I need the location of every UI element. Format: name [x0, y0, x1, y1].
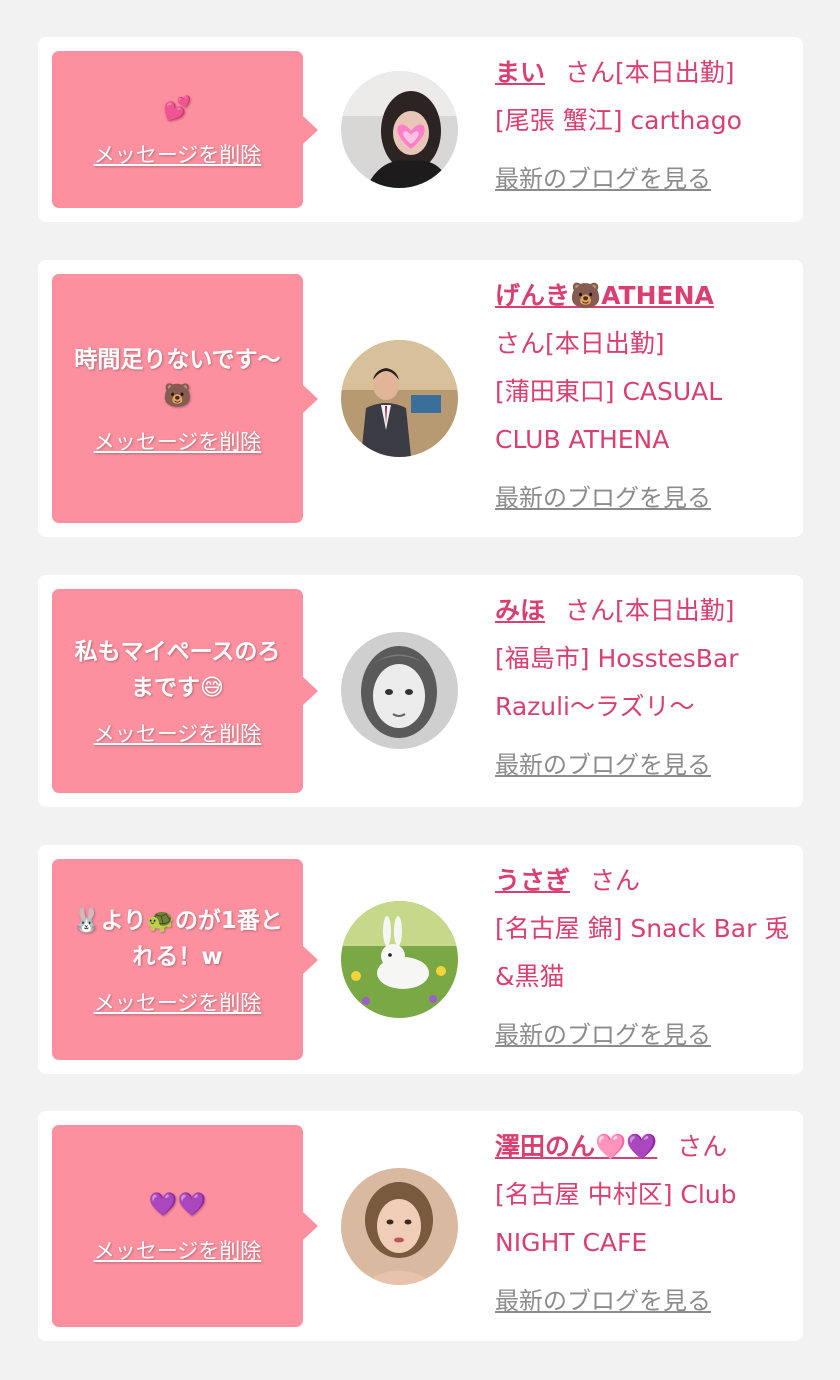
cast-name-link[interactable]: みほ	[495, 596, 545, 625]
attendance-status: [本日出勤]	[545, 329, 665, 358]
cast-info: まい さん[本日出勤] [尾張 蟹江] carthago 最新のブログを見る	[495, 49, 795, 203]
attendance-status: [本日出勤]	[615, 596, 735, 625]
white-rabbit-in-field-icon	[341, 901, 458, 1018]
message-bubble: 私もマイペースのろまです😅 メッセージを削除	[52, 589, 318, 793]
latest-blog-link[interactable]: 最新のブログを見る	[495, 1277, 795, 1325]
cast-name-link[interactable]: うさぎ	[495, 866, 570, 895]
cast-info: みほ さん[本日出勤] [福島市] HosstesBar Razuli〜ラズリ〜 …	[495, 587, 795, 789]
monochrome-girl-illustration-icon	[341, 632, 458, 749]
message-card: 時間足りないです〜🐻 メッセージを削除 げんき🐻ATHENA さん[本日出勤] …	[38, 260, 803, 537]
girl-photo-heart-sticker-icon	[341, 71, 458, 188]
latest-blog-link[interactable]: 最新のブログを見る	[495, 474, 795, 522]
honorific: さん	[495, 329, 546, 358]
shop-name: [福島市] HosstesBar Razuli〜ラズリ〜	[495, 644, 739, 721]
shop-name: [蒲田東口] CASUAL CLUB ATHENA	[495, 377, 723, 454]
avatar[interactable]	[341, 340, 458, 457]
avatar[interactable]	[341, 632, 458, 749]
delete-message-link[interactable]: メッセージを削除	[94, 987, 262, 1017]
message-bubble: 💕 メッセージを削除	[52, 51, 318, 208]
delete-message-link[interactable]: メッセージを削除	[94, 718, 262, 748]
message-bubble: 🐰より🐢のが1番とれる！w メッセージを削除	[52, 859, 318, 1060]
honorific: さん	[565, 596, 616, 625]
avatar[interactable]	[341, 1168, 458, 1285]
message-card: 🐰より🐢のが1番とれる！w メッセージを削除 うさぎ さん [名古屋 錦] Sna…	[38, 845, 803, 1074]
avatar[interactable]	[341, 71, 458, 188]
shop-name: [名古屋 錦] Snack Bar 兎&黒猫	[495, 914, 790, 991]
cast-name-link[interactable]: げんき🐻ATHENA	[495, 272, 795, 320]
delete-message-link[interactable]: メッセージを削除	[94, 1235, 262, 1265]
message-card: 💕 メッセージを削除 まい さん[本日出勤] [尾張 蟹江] carthago 最…	[38, 37, 803, 222]
attendance-status: [本日出勤]	[615, 58, 735, 87]
cast-info: うさぎ さん [名古屋 錦] Snack Bar 兎&黒猫 最新のブログを見る	[495, 857, 795, 1059]
message-card: 私もマイペースのろまです😅 メッセージを削除 みほ さん[本日出勤] [福島市] …	[38, 575, 803, 807]
message-text: 時間足りないです〜🐻	[74, 346, 281, 409]
message-card: 💜💜 メッセージを削除 澤田のん🩷💜 さん [名古屋 中村区] Club NIGH…	[38, 1111, 803, 1341]
honorific: さん	[590, 866, 641, 895]
message-text: 🐰より🐢のが1番とれる！w	[72, 907, 283, 970]
girl-portrait-photo-icon	[341, 1168, 458, 1285]
latest-blog-link[interactable]: 最新のブログを見る	[495, 155, 795, 203]
message-bubble: 時間足りないです〜🐻 メッセージを削除	[52, 274, 318, 523]
cast-info: 澤田のん🩷💜 さん [名古屋 中村区] Club NIGHT CAFE 最新のブロ…	[495, 1123, 795, 1325]
avatar[interactable]	[341, 901, 458, 1018]
cast-info: げんき🐻ATHENA さん[本日出勤] [蒲田東口] CASUAL CLUB A…	[495, 272, 795, 522]
message-bubble: 💜💜 メッセージを削除	[52, 1125, 318, 1327]
message-text: 💕	[163, 95, 192, 122]
honorific: さん	[565, 58, 616, 87]
message-text: 私もマイペースのろまです😅	[74, 639, 281, 701]
delete-message-link[interactable]: メッセージを削除	[94, 139, 262, 169]
latest-blog-link[interactable]: 最新のブログを見る	[495, 741, 795, 789]
latest-blog-link[interactable]: 最新のブログを見る	[495, 1011, 795, 1059]
honorific: さん	[677, 1132, 728, 1161]
man-in-suit-photo-icon	[341, 340, 458, 457]
message-text: 💜💜	[148, 1192, 207, 1218]
cast-name-link[interactable]: まい	[495, 58, 545, 87]
delete-message-link[interactable]: メッセージを削除	[94, 426, 262, 456]
cast-name-link[interactable]: 澤田のん🩷💜	[495, 1132, 657, 1161]
shop-name: [名古屋 中村区] Club NIGHT CAFE	[495, 1180, 737, 1257]
shop-name: [尾張 蟹江] carthago	[495, 106, 742, 135]
